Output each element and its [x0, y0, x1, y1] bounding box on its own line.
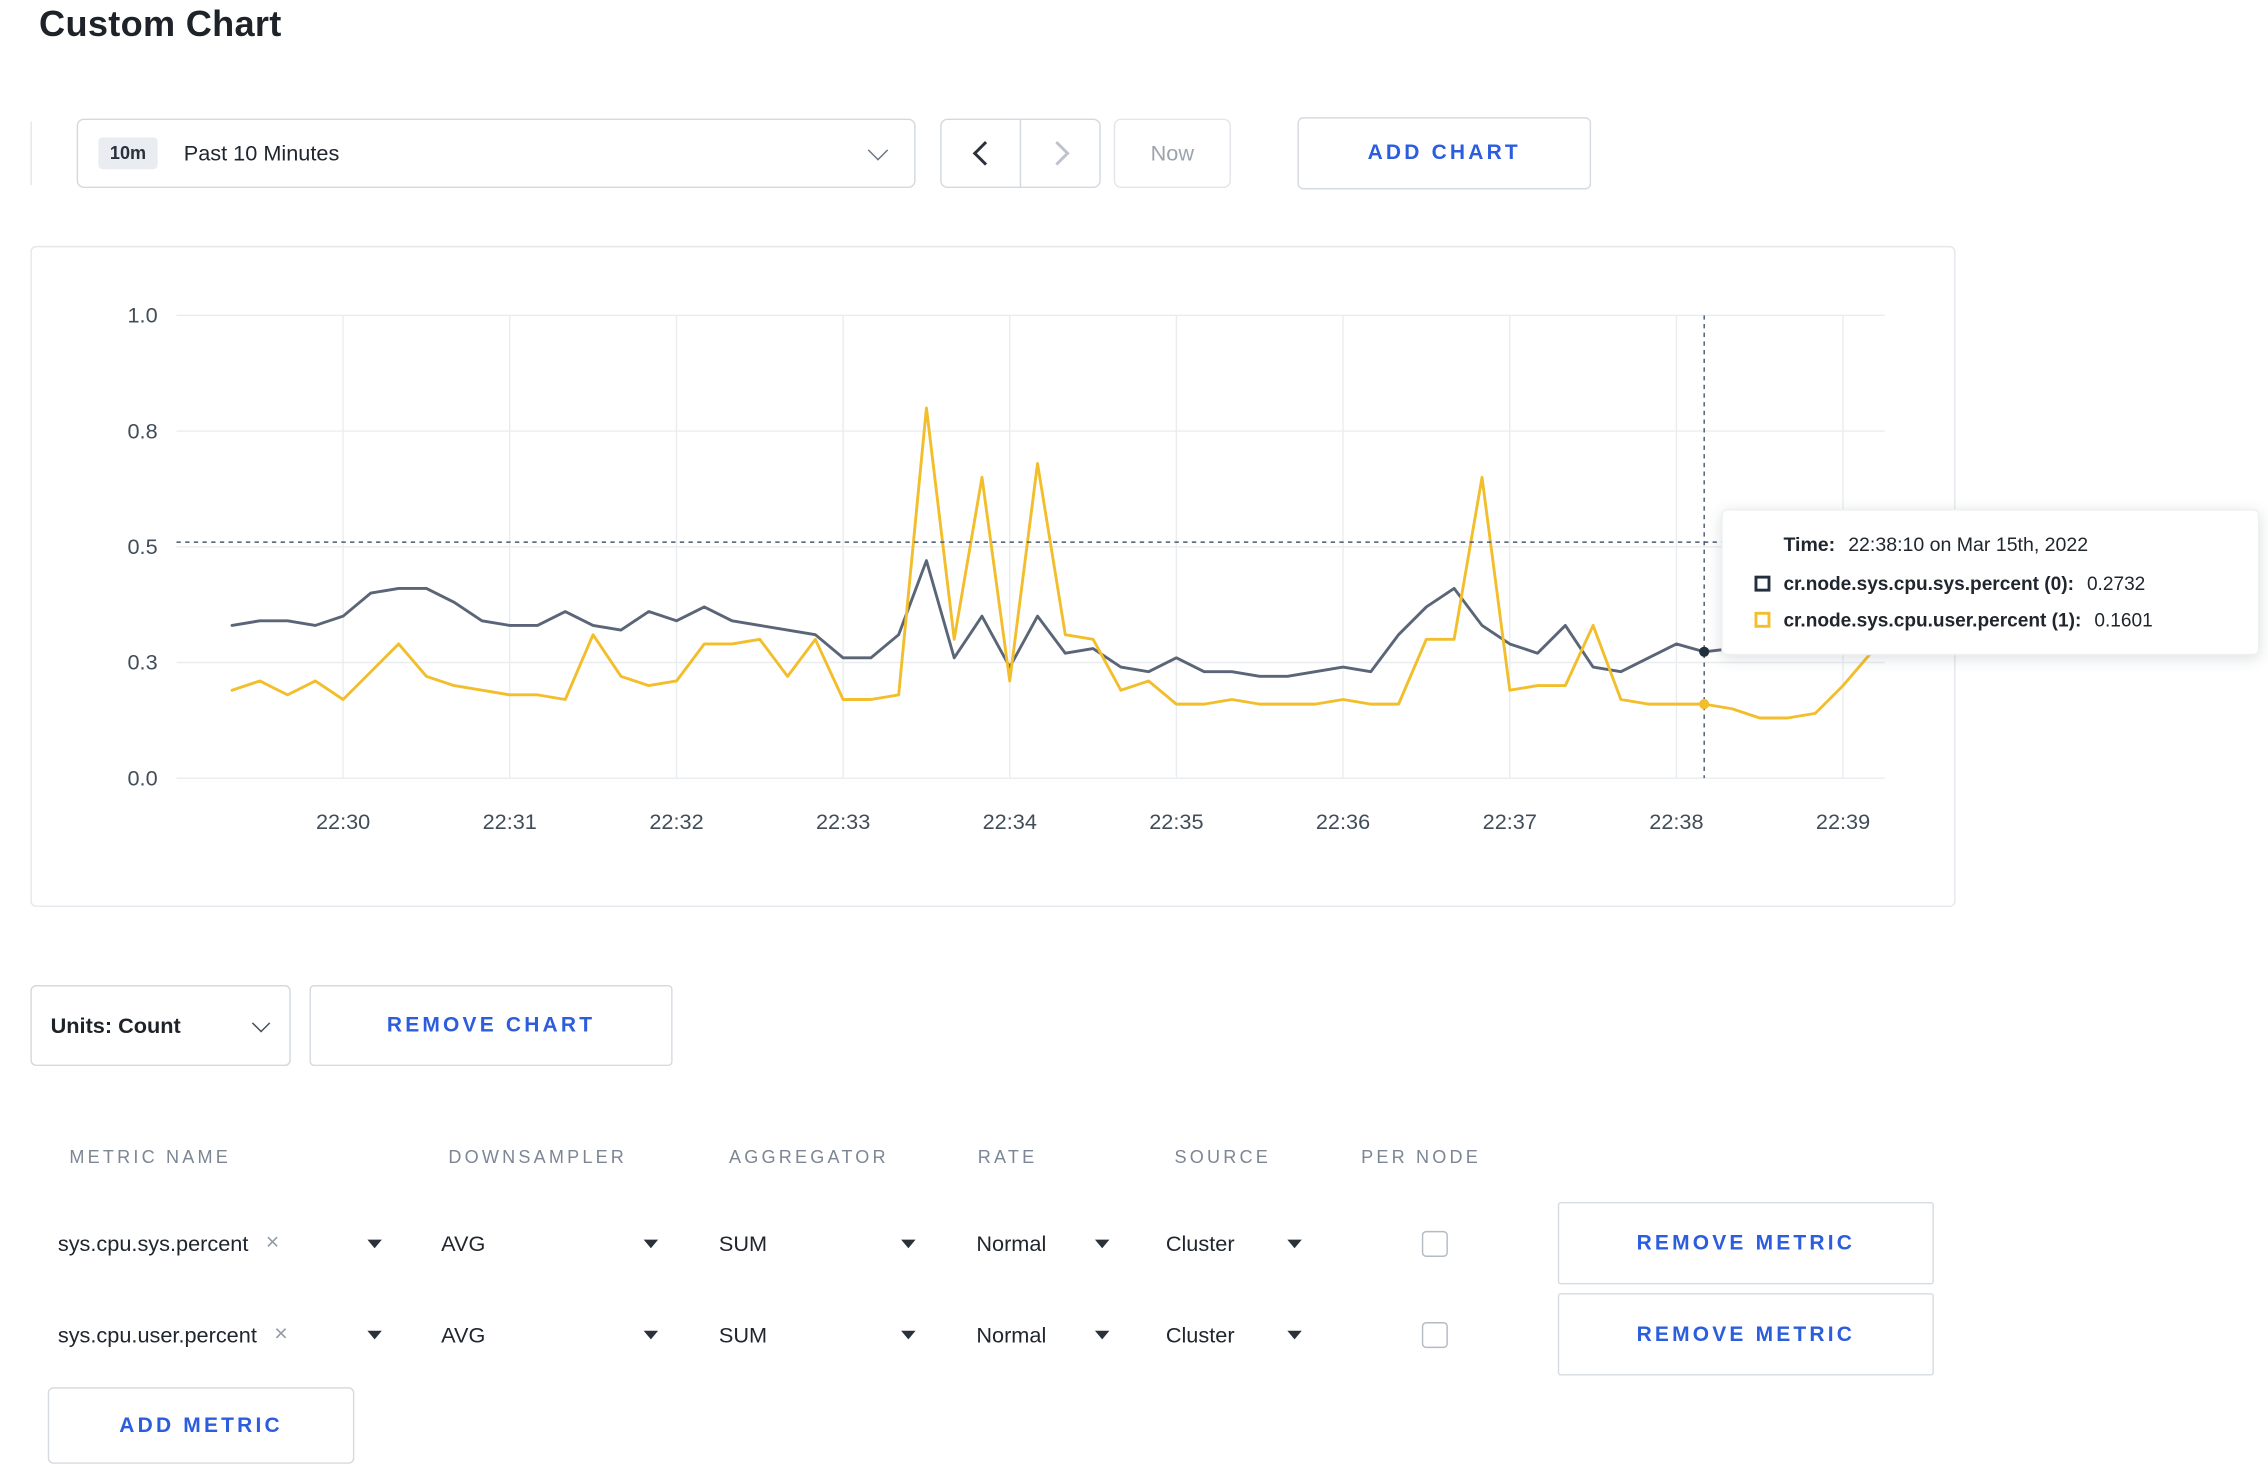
source-select[interactable]: Cluster: [1166, 1202, 1302, 1286]
clear-icon[interactable]: ×: [274, 1323, 288, 1346]
rate-select[interactable]: Normal: [976, 1202, 1110, 1286]
tooltip-series-name: cr.node.sys.cpu.user.percent (1):: [1783, 608, 2082, 631]
tooltip-time-label: Time:: [1783, 533, 1836, 556]
tooltip-series-value: 0.2732: [2086, 572, 2146, 595]
svg-text:0.0: 0.0: [128, 765, 158, 790]
column-header-downsampler: DOWNSAMPLER: [448, 1147, 628, 1168]
metric-name-label: sys.cpu.sys.percent: [57, 1231, 249, 1257]
source-value: Cluster: [1165, 1322, 1235, 1348]
aggregator-value: SUM: [718, 1231, 768, 1257]
metrics-chart[interactable]: 22:30 22:31 22:32 22:33 22:34 22:35 22:36 22:37…: [32, 247, 1957, 908]
per-node-checkbox[interactable]: [1421, 1230, 1448, 1257]
tooltip-series-row: cr.node.sys.cpu.user.percent (1): 0.1601: [1754, 608, 2229, 631]
column-header-aggregator: AGGREGATOR: [729, 1147, 889, 1168]
svg-text:22:39: 22:39: [1816, 809, 1870, 834]
chart-tooltip: Time: 22:38:10 on Mar 15th, 2022 cr.node.…: [1721, 509, 2260, 656]
metric-name-label: sys.cpu.user.percent: [57, 1322, 257, 1348]
chevron-left-icon: [972, 141, 997, 166]
svg-text:1.0: 1.0: [128, 303, 158, 328]
rate-select[interactable]: Normal: [976, 1293, 1110, 1377]
metric-name-select[interactable]: sys.cpu.user.percent ×: [58, 1293, 382, 1377]
time-nav-group: [940, 118, 1101, 189]
time-range-label: Past 10 Minutes: [183, 141, 340, 166]
caret-down-icon: [1287, 1239, 1302, 1249]
column-header-rate: RATE: [977, 1147, 1038, 1168]
column-header-per-node: PER NODE: [1361, 1147, 1481, 1168]
downsampler-value: AVG: [441, 1322, 486, 1348]
source-select[interactable]: Cluster: [1166, 1293, 1302, 1377]
tooltip-time-value: 22:38:10 on Mar 15th, 2022: [1848, 533, 2089, 556]
per-node-cell: [1421, 1293, 1448, 1377]
metric-row: sys.cpu.user.percent × AVG SUM Normal Cl…: [30, 1293, 1955, 1377]
add-metric-button[interactable]: ADD METRIC: [47, 1387, 355, 1464]
svg-text:22:36: 22:36: [1316, 809, 1370, 834]
per-node-cell: [1421, 1202, 1448, 1286]
caret-down-icon: [1094, 1239, 1110, 1249]
time-range-badge: 10m: [98, 137, 158, 170]
chevron-down-icon: [867, 139, 889, 160]
series-swatch-icon: [1754, 575, 1771, 592]
downsampler-select[interactable]: AVG: [441, 1293, 659, 1377]
caret-down-icon: [1094, 1330, 1110, 1340]
svg-text:22:32: 22:32: [649, 809, 703, 834]
caret-down-icon: [367, 1239, 382, 1249]
caret-down-icon: [901, 1239, 916, 1249]
svg-text:22:30: 22:30: [316, 809, 370, 834]
svg-text:22:37: 22:37: [1483, 809, 1537, 834]
remove-metric-button[interactable]: REMOVE METRIC: [1557, 1201, 1934, 1285]
prev-time-button[interactable]: [942, 120, 1020, 187]
tooltip-series-name: cr.node.sys.cpu.sys.percent (0):: [1783, 572, 2074, 595]
tooltip-time-row: Time: 22:38:10 on Mar 15th, 2022: [1783, 534, 2229, 556]
caret-down-icon: [643, 1239, 659, 1249]
add-chart-button[interactable]: ADD CHART: [1297, 117, 1592, 190]
tooltip-series-row: cr.node.sys.cpu.sys.percent (0): 0.2732: [1754, 572, 2229, 595]
chart-card: 22:30 22:31 22:32 22:33 22:34 22:35 22:36 22:37…: [30, 245, 1957, 908]
metric-row: sys.cpu.sys.percent × AVG SUM Normal Clu…: [30, 1201, 1955, 1286]
remove-metric-button[interactable]: REMOVE METRIC: [1557, 1293, 1934, 1376]
clear-icon[interactable]: ×: [266, 1232, 280, 1255]
chevron-right-icon: [1044, 141, 1069, 166]
caret-down-icon: [367, 1330, 382, 1340]
aggregator-select[interactable]: SUM: [719, 1202, 916, 1286]
svg-text:0.3: 0.3: [128, 650, 158, 675]
caret-down-icon: [901, 1330, 916, 1340]
metric-name-select[interactable]: sys.cpu.sys.percent ×: [58, 1202, 382, 1286]
svg-text:22:38: 22:38: [1649, 809, 1703, 834]
toolbar-divider: [30, 121, 32, 186]
svg-text:22:33: 22:33: [816, 809, 870, 834]
column-header-source: SOURCE: [1174, 1147, 1271, 1168]
svg-text:22:31: 22:31: [483, 809, 537, 834]
svg-text:22:35: 22:35: [1149, 809, 1203, 834]
units-label: Units: Count: [50, 1013, 181, 1038]
rate-value: Normal: [976, 1231, 1047, 1257]
units-select[interactable]: Units: Count: [30, 985, 291, 1067]
next-time-button[interactable]: [1019, 120, 1100, 187]
downsampler-select[interactable]: AVG: [441, 1202, 659, 1286]
aggregator-value: SUM: [718, 1322, 768, 1348]
svg-text:22:34: 22:34: [983, 809, 1037, 834]
caret-down-icon: [643, 1330, 659, 1340]
rate-value: Normal: [976, 1322, 1047, 1348]
per-node-checkbox[interactable]: [1421, 1322, 1448, 1349]
source-value: Cluster: [1165, 1231, 1235, 1257]
remove-chart-button[interactable]: REMOVE CHART: [309, 985, 673, 1067]
chevron-down-icon: [251, 1014, 271, 1033]
column-header-metric-name: METRIC NAME: [69, 1147, 231, 1168]
downsampler-value: AVG: [441, 1231, 486, 1257]
custom-chart-page: Custom Chart 10m Past 10 Minutes Now ADD…: [0, 0, 2268, 1478]
svg-text:0.8: 0.8: [128, 418, 158, 443]
metrics-table: METRIC NAME DOWNSAMPLER AGGREGATOR RATE …: [30, 1116, 1956, 1378]
series-swatch-icon: [1754, 611, 1771, 628]
now-button[interactable]: Now: [1113, 118, 1231, 189]
svg-text:0.5: 0.5: [128, 534, 158, 559]
caret-down-icon: [1287, 1330, 1302, 1340]
time-range-select[interactable]: 10m Past 10 Minutes: [76, 118, 916, 189]
page-title: Custom Chart: [39, 4, 282, 45]
tooltip-series-value: 0.1601: [2094, 608, 2153, 631]
aggregator-select[interactable]: SUM: [719, 1293, 916, 1377]
